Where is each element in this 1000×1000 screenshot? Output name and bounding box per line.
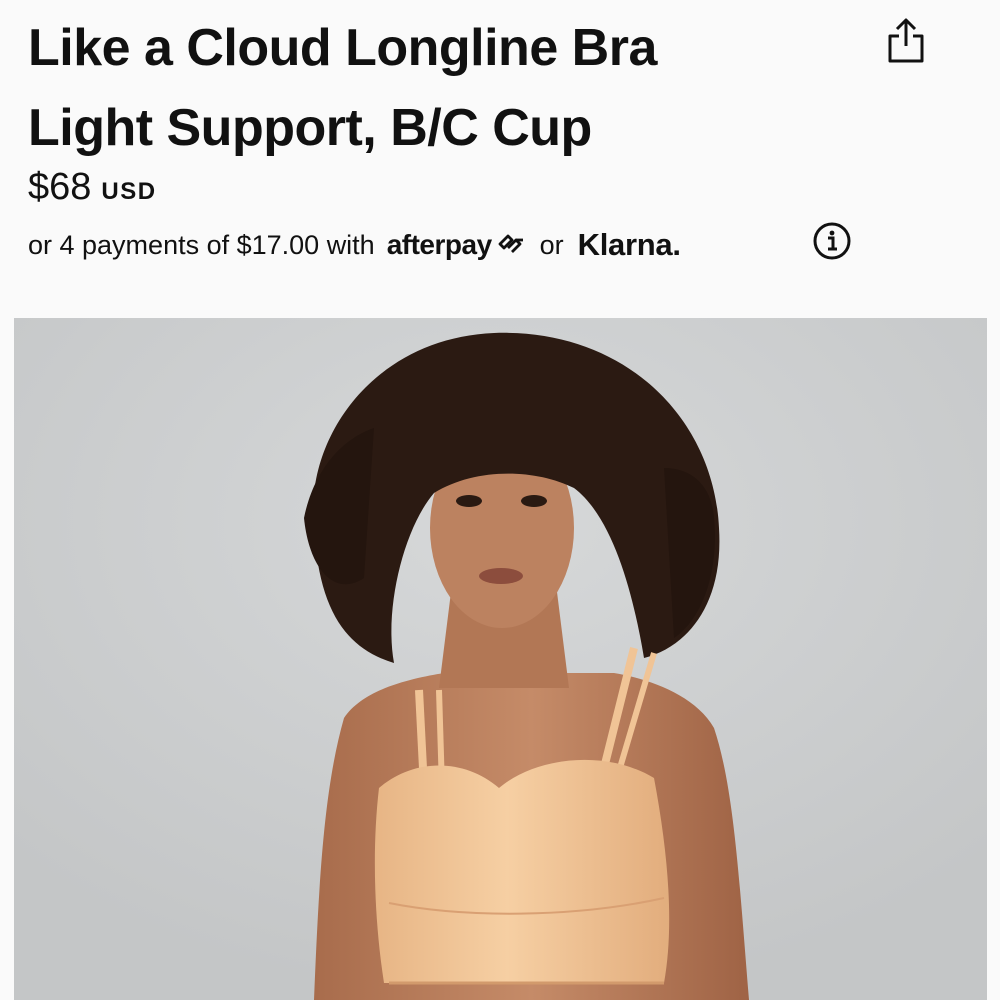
installment-payments-row: or 4 payments of $17.00 with afterpay or… xyxy=(28,222,968,268)
model-wearing-bra-illustration xyxy=(14,318,987,1000)
price-amount: $68 xyxy=(28,166,92,208)
share-icon xyxy=(886,16,926,69)
or-label: or xyxy=(539,229,564,260)
afterpay-arrows-icon xyxy=(492,229,526,261)
product-title-line-1: Like a Cloud Longline Bra xyxy=(28,19,657,77)
payment-info-button[interactable] xyxy=(810,222,854,266)
afterpay-label: afterpay xyxy=(386,229,492,260)
afterpay-logo[interactable]: afterpay xyxy=(387,229,526,261)
price-currency: USD xyxy=(101,178,157,205)
product-image[interactable] xyxy=(14,318,987,1000)
klarna-logo[interactable]: Klarna. xyxy=(578,227,681,263)
share-button[interactable] xyxy=(880,14,932,70)
installment-text: or 4 payments of $17.00 with xyxy=(28,229,375,260)
price-row: $68 USD xyxy=(28,166,157,210)
product-title-line-2: Light Support, B/C Cup xyxy=(28,99,592,157)
product-title: Like a Cloud Longline Bra Light Support,… xyxy=(28,8,848,168)
info-icon xyxy=(812,221,852,268)
product-page: Like a Cloud Longline Bra Light Support,… xyxy=(0,0,1000,1000)
